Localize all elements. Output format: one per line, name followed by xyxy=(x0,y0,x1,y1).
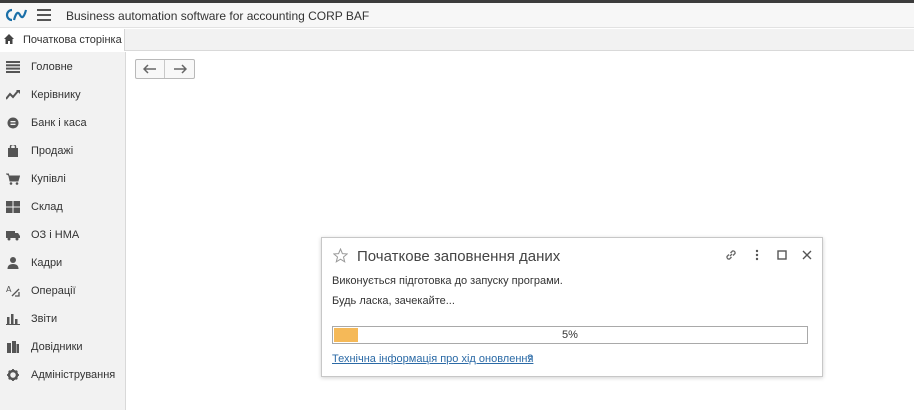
help-button[interactable]: ? xyxy=(527,353,533,365)
status-message: Виконується підготовка до запуску програ… xyxy=(332,275,563,287)
title-bar: Business automation software for account… xyxy=(0,3,914,28)
books-icon xyxy=(7,341,19,353)
person-icon xyxy=(7,257,19,269)
sidebar-item-label: Керівнику xyxy=(31,89,81,101)
history-navigation xyxy=(135,59,195,79)
sidebar-item-directories[interactable]: Довідники xyxy=(0,334,125,360)
main-menu-icon[interactable] xyxy=(37,9,51,21)
warehouse-icon xyxy=(6,201,20,213)
progress-percent: 5% xyxy=(562,329,578,341)
operations-icon: A xyxy=(6,285,20,297)
tab-home[interactable]: Початкова сторінка xyxy=(0,29,125,51)
update-info-link[interactable]: Технічна інформація про хід оновлення xyxy=(332,353,533,365)
sidebar-item-manager[interactable]: Керівнику xyxy=(0,82,125,108)
wait-message: Будь ласка, зачекайте... xyxy=(332,295,455,307)
sidebar-item-sales[interactable]: Продажі xyxy=(0,138,125,164)
sidebar-item-bank[interactable]: Банк і каса xyxy=(0,110,125,136)
close-icon[interactable] xyxy=(800,248,814,262)
sidebar-item-fixed-assets[interactable]: ОЗ і НМА xyxy=(0,222,125,248)
sections-sidebar: Головне Керівнику Банк і каса Продажі Ку… xyxy=(0,52,126,410)
currency-icon xyxy=(7,117,19,129)
app-title: Business automation software for account… xyxy=(66,9,370,23)
svg-text:A: A xyxy=(6,285,12,294)
more-options-icon[interactable] xyxy=(750,248,764,262)
sidebar-item-label: Звіти xyxy=(31,313,58,325)
sidebar-item-label: Операції xyxy=(31,285,76,297)
home-icon xyxy=(4,34,14,44)
sidebar-item-label: Кадри xyxy=(31,257,63,269)
tab-home-label: Початкова сторінка xyxy=(23,34,122,46)
sidebar-item-reports[interactable]: Звіти xyxy=(0,306,125,332)
cart-icon xyxy=(6,173,20,185)
arrow-left-icon xyxy=(143,64,156,74)
sidebar-item-label: Адміністрування xyxy=(31,369,116,381)
bag-icon xyxy=(8,145,18,157)
link-icon[interactable] xyxy=(724,248,738,262)
sidebar-item-warehouse[interactable]: Склад xyxy=(0,194,125,220)
dialog-title: Початкове заповнення даних xyxy=(357,248,561,265)
sidebar-item-label: Купівлі xyxy=(31,173,66,185)
trend-icon xyxy=(6,90,20,100)
star-icon[interactable] xyxy=(333,248,348,263)
maximize-icon[interactable] xyxy=(775,248,789,262)
progress-bar: 5% xyxy=(332,326,808,344)
sidebar-item-label: Продажі xyxy=(31,145,74,157)
sidebar-item-label: Головне xyxy=(31,61,73,73)
sidebar-item-label: Довідники xyxy=(31,341,83,353)
app-logo-icon[interactable] xyxy=(5,7,29,23)
truck-icon xyxy=(6,231,20,241)
arrow-right-icon xyxy=(174,64,187,74)
sidebar-item-label: ОЗ і НМА xyxy=(31,229,80,241)
initial-data-fill-dialog: Початкове заповнення даних Виконується п… xyxy=(321,237,823,377)
sidebar-item-purchases[interactable]: Купівлі xyxy=(0,166,125,192)
tab-bar: Початкова сторінка xyxy=(0,29,914,51)
gear-icon xyxy=(7,369,19,381)
sidebar-item-label: Склад xyxy=(31,201,63,213)
forward-button[interactable] xyxy=(166,60,195,78)
back-button[interactable] xyxy=(136,60,165,78)
bar-chart-icon xyxy=(6,314,20,325)
sidebar-item-hr[interactable]: Кадри xyxy=(0,250,125,276)
list-icon xyxy=(6,61,20,73)
sidebar-item-operations[interactable]: A Операції xyxy=(0,278,125,304)
sidebar-item-label: Банк і каса xyxy=(31,117,87,129)
sidebar-item-administration[interactable]: Адміністрування xyxy=(0,362,125,388)
sidebar-item-main[interactable]: Головне xyxy=(0,54,125,80)
